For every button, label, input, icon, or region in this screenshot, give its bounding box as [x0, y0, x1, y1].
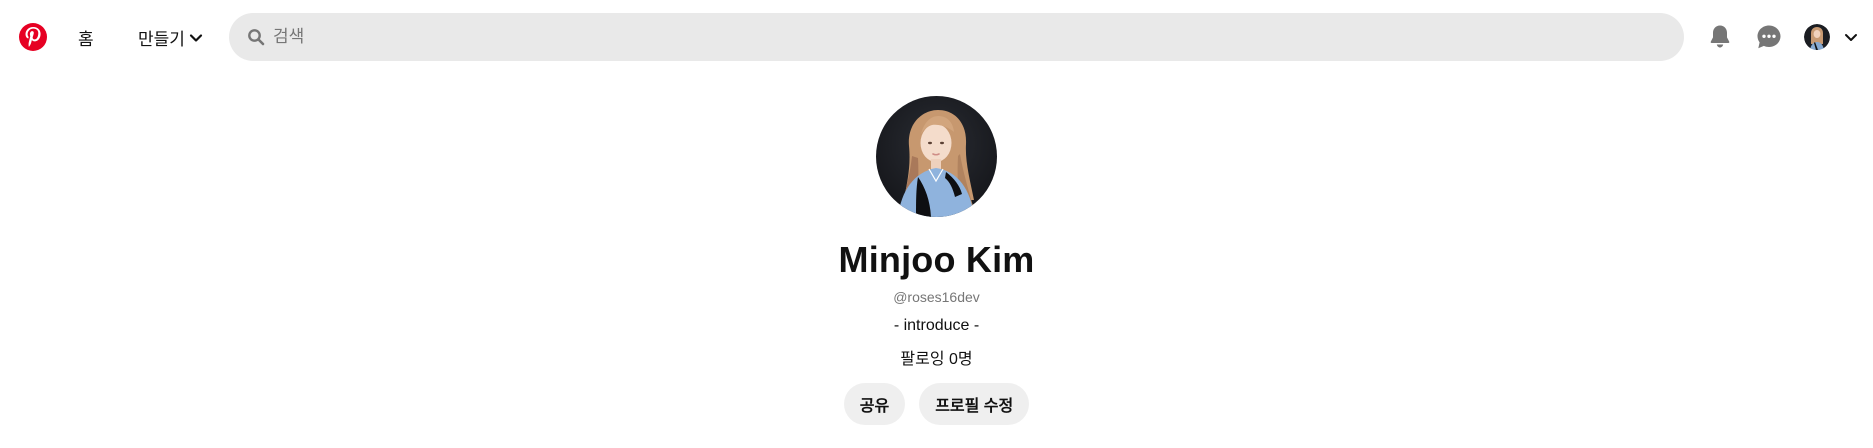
- nav-create-menu[interactable]: 만들기: [138, 25, 203, 50]
- following-count-link[interactable]: 팔로잉 0명: [900, 345, 972, 369]
- top-navigation-bar: 홈 만들기: [0, 0, 1873, 75]
- profile-avatar: [876, 96, 997, 217]
- share-button[interactable]: 공유: [843, 383, 906, 425]
- edit-profile-button[interactable]: 프로필 수정: [919, 383, 1030, 425]
- nav-home-link[interactable]: 홈: [78, 25, 94, 50]
- notifications-button[interactable]: [1702, 19, 1738, 55]
- profile-actions: 공유 프로필 수정: [843, 383, 1030, 425]
- pinterest-logo-icon[interactable]: [19, 23, 47, 51]
- search-input[interactable]: [271, 26, 1655, 48]
- chevron-down-icon: [189, 33, 203, 42]
- account-avatar[interactable]: [1804, 24, 1830, 50]
- messages-button[interactable]: [1751, 19, 1787, 55]
- profile-name: Minjoo Kim: [838, 239, 1035, 280]
- chevron-down-icon[interactable]: [1842, 28, 1860, 46]
- search-icon: [248, 29, 265, 46]
- bell-icon: [1710, 25, 1730, 48]
- search-bar[interactable]: [229, 13, 1684, 61]
- profile-about: - introduce -: [893, 317, 980, 334]
- profile-header: Minjoo Kim @roses16dev - introduce - 팔로잉…: [0, 96, 1873, 425]
- nav-create-label: 만들기: [138, 30, 185, 49]
- profile-handle: @roses16dev: [893, 289, 980, 305]
- chat-bubble-icon: [1757, 25, 1781, 49]
